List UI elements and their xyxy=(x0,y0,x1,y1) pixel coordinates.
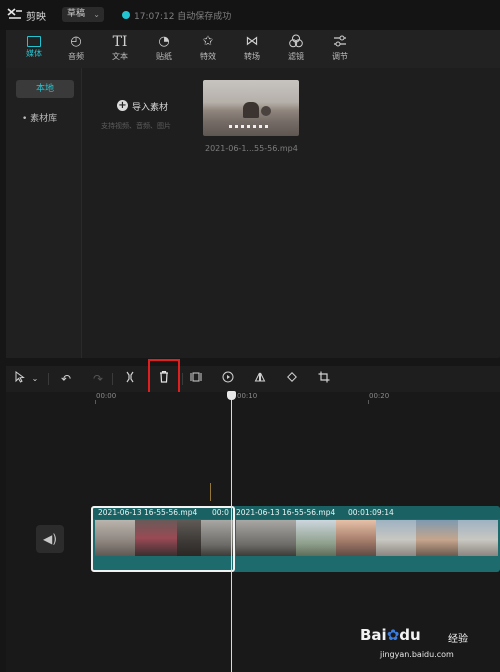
clip-frame xyxy=(336,520,376,556)
import-hint: 支持视频、音频、图片 xyxy=(101,122,171,130)
clip-name: 2021-06-13 16-55-56.mp4 xyxy=(236,508,336,517)
tab-label: 贴纸 xyxy=(156,52,172,61)
save-status-text: 17:07:12 自动保存成功 xyxy=(134,12,232,22)
plus-icon: + xyxy=(117,100,128,111)
watermark-url: jingyan.baidu.com xyxy=(380,650,454,659)
adjust-icon xyxy=(318,34,362,50)
clip-frame xyxy=(376,520,416,556)
tab-label: 音频 xyxy=(68,52,84,61)
tab-sticker[interactable]: ◔ 贴纸 xyxy=(142,30,186,68)
app-logo-icon xyxy=(6,7,24,21)
draft-label: 草稿 xyxy=(67,9,86,19)
chevron-down-icon[interactable]: ⌄ xyxy=(30,370,40,388)
tab-effects[interactable]: ✩ 特效 xyxy=(186,30,230,68)
ruler-tick-label: 00:10 xyxy=(237,392,258,400)
tab-label: 调节 xyxy=(332,52,348,61)
mirror-icon[interactable] xyxy=(252,370,268,388)
snap-marker xyxy=(210,483,211,501)
selected-clip[interactable] xyxy=(91,506,235,572)
app-name: 剪映 xyxy=(26,12,46,23)
rotate-icon[interactable] xyxy=(284,370,300,388)
clip-duration: 00:01:09:14 xyxy=(348,508,394,517)
tab-filter[interactable]: 滤镜 xyxy=(274,30,318,68)
tab-label: 文本 xyxy=(112,52,128,61)
draft-dropdown[interactable]: 草稿 ⌄ xyxy=(62,7,104,22)
split-icon[interactable] xyxy=(122,370,138,388)
divider xyxy=(182,373,183,385)
sticker-icon: ◔ xyxy=(158,34,170,49)
sidebar-item-label: 素材库 xyxy=(30,114,58,124)
media-thumbnail[interactable] xyxy=(203,80,299,136)
undo-icon[interactable]: ↶ xyxy=(58,370,74,388)
paw-icon: ✿ xyxy=(386,626,400,644)
ruler-tick xyxy=(368,400,369,404)
select-cursor-icon[interactable] xyxy=(12,370,28,388)
divider xyxy=(112,373,113,385)
bullet-icon: • xyxy=(22,114,31,124)
divider xyxy=(48,373,49,385)
ruler-tick-label: 00:00 xyxy=(96,392,117,400)
ruler-tick-label: 00:20 xyxy=(369,392,390,400)
media-icon xyxy=(27,36,41,47)
freeze-frame-icon[interactable] xyxy=(188,370,204,388)
speaker-icon: ◀) xyxy=(43,532,57,546)
thumbnail-figure xyxy=(261,106,271,116)
save-status-icon xyxy=(122,11,130,19)
clip-frame xyxy=(236,520,296,556)
track-audio-toggle[interactable]: ◀) xyxy=(36,525,64,553)
media-item-name: 2021-06-1...55-56.mp4 xyxy=(205,144,298,153)
crop-icon[interactable] xyxy=(316,370,332,388)
redo-icon[interactable]: ↷ xyxy=(90,370,106,388)
thumbnail-subtitle xyxy=(229,125,269,128)
tab-transition[interactable]: ⋈ 转场 xyxy=(230,30,274,68)
tab-label: 转场 xyxy=(244,52,260,61)
thumbnail-figure xyxy=(243,102,259,118)
audio-icon: ◴ xyxy=(70,34,82,49)
tab-audio[interactable]: ◴ 音频 xyxy=(54,30,98,68)
tab-adjust[interactable]: 调节 xyxy=(318,30,362,68)
filter-icon xyxy=(274,34,318,50)
baidu-watermark: Bai✿du xyxy=(360,626,421,644)
delete-highlight xyxy=(148,359,180,395)
text-icon: TI xyxy=(112,34,128,50)
reverse-play-icon[interactable] xyxy=(220,370,236,388)
chevron-down-icon: ⌄ xyxy=(93,10,100,19)
import-label[interactable]: 导入素材 xyxy=(132,100,168,113)
sidebar-item-library[interactable]: • 素材库 xyxy=(16,110,74,128)
ruler-tick xyxy=(95,400,96,404)
sidebar-item-local[interactable]: 本地 xyxy=(16,80,74,98)
tab-bar: 媒体 ◴ 音频 TI 文本 ◔ 贴纸 ✩ 特效 ⋈ 转场 滤镜 调节 xyxy=(6,30,500,68)
tab-label: 媒体 xyxy=(26,49,42,58)
playhead[interactable] xyxy=(231,398,232,672)
tab-text[interactable]: TI 文本 xyxy=(98,30,142,68)
tab-label: 滤镜 xyxy=(288,52,304,61)
tab-label: 特效 xyxy=(200,52,216,61)
transition-icon: ⋈ xyxy=(245,34,259,49)
clip-frame xyxy=(296,520,336,556)
clip-frame xyxy=(458,520,498,556)
playhead-handle[interactable] xyxy=(227,391,236,400)
clip-frame xyxy=(416,520,458,556)
watermark-text: 经验 xyxy=(448,634,468,645)
tab-media[interactable]: 媒体 xyxy=(12,30,56,68)
effects-icon: ✩ xyxy=(202,34,214,49)
